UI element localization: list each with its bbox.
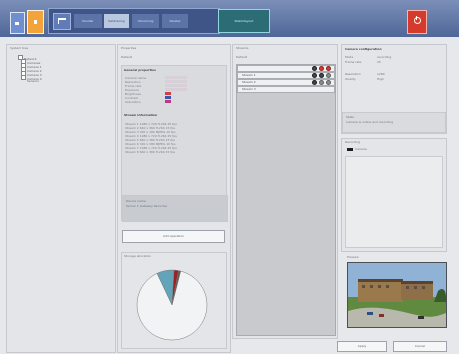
- streams-subtitle: Default: [236, 55, 247, 59]
- tree-title: System tree: [10, 46, 29, 50]
- car: [367, 312, 373, 315]
- stream-status-icon: [312, 80, 317, 85]
- config-value: 25: [377, 60, 381, 64]
- stream-status-icon: [319, 80, 324, 85]
- stream-row: Stream 8 640 x 360 H.264 15 fps: [125, 150, 175, 154]
- tree-checkbox[interactable]: [21, 75, 26, 80]
- state-value: Camera is online and recording: [346, 120, 394, 124]
- properties-title: Properties: [121, 46, 137, 50]
- streams-panel: Streams Default Stream 1 Stream 2 Stream…: [232, 44, 338, 339]
- stream-row-label: Stream 2: [242, 80, 256, 84]
- car: [379, 314, 384, 317]
- add-operation-button[interactable]: Add operation: [122, 230, 225, 243]
- config-label: Frame rate: [345, 60, 362, 64]
- state-box: State Camera is online and recording: [342, 112, 446, 133]
- tree-panel: System tree Network Cameras Camera 1 Cam…: [6, 44, 116, 353]
- stream-status-icon: [326, 73, 331, 78]
- general-properties-title: General properties: [124, 68, 156, 72]
- camera-config-title: Camera configuration: [345, 47, 382, 51]
- recording-list: [345, 156, 443, 248]
- properties-panel: Properties Default General properties Ca…: [117, 44, 231, 353]
- value-field: [165, 76, 187, 79]
- config-value: 1280: [377, 72, 385, 76]
- tree-item-sensors[interactable]: Sensors: [27, 79, 39, 83]
- user-tile[interactable]: [27, 10, 44, 34]
- stream-record-icon: [319, 66, 324, 71]
- screen-layout-tab[interactable]: Skärmlayout: [218, 9, 270, 33]
- config-label: Resolution: [345, 72, 361, 76]
- mode-toolbar: Pandlar Kalibrering Utrustning Vänster: [48, 8, 220, 34]
- window: [406, 286, 409, 289]
- preview-photo: [348, 263, 446, 327]
- roof-right: [401, 281, 433, 284]
- roof-left: [358, 279, 403, 282]
- window: [422, 286, 425, 289]
- device-name-value: Server 1 Gateway Recorder: [126, 204, 168, 208]
- stream-row-label: Stream 1: [242, 73, 256, 77]
- tool-button-4[interactable]: Vänster: [162, 14, 188, 28]
- window: [378, 285, 381, 288]
- preview-image: [347, 262, 447, 328]
- app-window: Pandlar Kalibrering Utrustning Vänster S…: [0, 0, 459, 354]
- building-left: [358, 279, 403, 302]
- value-field: [165, 80, 187, 83]
- pie-chart: [136, 269, 208, 341]
- car: [418, 316, 424, 319]
- window: [386, 285, 389, 288]
- properties-card: General properties Camera name Resolutio…: [121, 65, 228, 222]
- recording-panel: Recording Camera: [341, 138, 447, 252]
- stream-alarm-icon: [326, 66, 331, 71]
- camera-icon: [347, 148, 353, 151]
- stream-info-title: Stream information: [124, 113, 158, 117]
- config-label: Quality: [345, 77, 356, 81]
- stream-status-icon: [326, 80, 331, 85]
- power-icon[interactable]: [407, 10, 427, 34]
- config-value: recording: [377, 55, 392, 59]
- stream-status-icon: [319, 73, 324, 78]
- home-tile[interactable]: [10, 12, 25, 34]
- color-swatch: [165, 92, 171, 95]
- stream-status-icon: [312, 73, 317, 78]
- chart-title: Storage allocation: [124, 254, 152, 258]
- camera-config-panel: Camera configuration Mode recording Fram…: [341, 44, 447, 134]
- stream-row-label: Stream 3: [242, 87, 256, 91]
- streams-list-area: Stream 1 Stream 2 Stream 3: [236, 64, 336, 336]
- prop-row: Saturation: [125, 100, 141, 104]
- window: [362, 285, 365, 288]
- tool-button-1[interactable]: Pandlar: [74, 14, 102, 28]
- apply-button[interactable]: Apply: [337, 341, 387, 352]
- state-label: State: [346, 115, 354, 119]
- recording-title: Recording: [345, 140, 361, 144]
- top-toolbar: Pandlar Kalibrering Utrustning Vänster S…: [0, 0, 459, 37]
- stream-row-3[interactable]: Stream 3: [237, 86, 335, 93]
- storage-chart-card: Storage allocation: [121, 252, 227, 349]
- window: [370, 285, 373, 288]
- value-field: [165, 88, 187, 91]
- tool-button-2[interactable]: Kalibrering: [104, 14, 129, 28]
- preview-title: Preview: [347, 255, 359, 259]
- stream-status-icon: [312, 66, 317, 71]
- value-field: [165, 84, 187, 87]
- device-info-box: Device name Server 1 Gateway Recorder: [122, 195, 228, 222]
- recording-item-label: Camera: [355, 147, 367, 151]
- color-swatch: [165, 100, 171, 103]
- streams-title: Streams: [236, 46, 249, 50]
- window: [414, 286, 417, 289]
- config-value: High: [377, 77, 384, 81]
- device-name-label: Device name: [126, 199, 146, 203]
- properties-subtitle: Default: [121, 55, 132, 59]
- camera-icon[interactable]: [53, 13, 71, 30]
- tool-button-3[interactable]: Utrustning: [132, 14, 159, 28]
- cancel-button[interactable]: Cancel: [393, 341, 447, 352]
- config-label: Mode: [345, 55, 354, 59]
- color-swatch: [165, 96, 171, 99]
